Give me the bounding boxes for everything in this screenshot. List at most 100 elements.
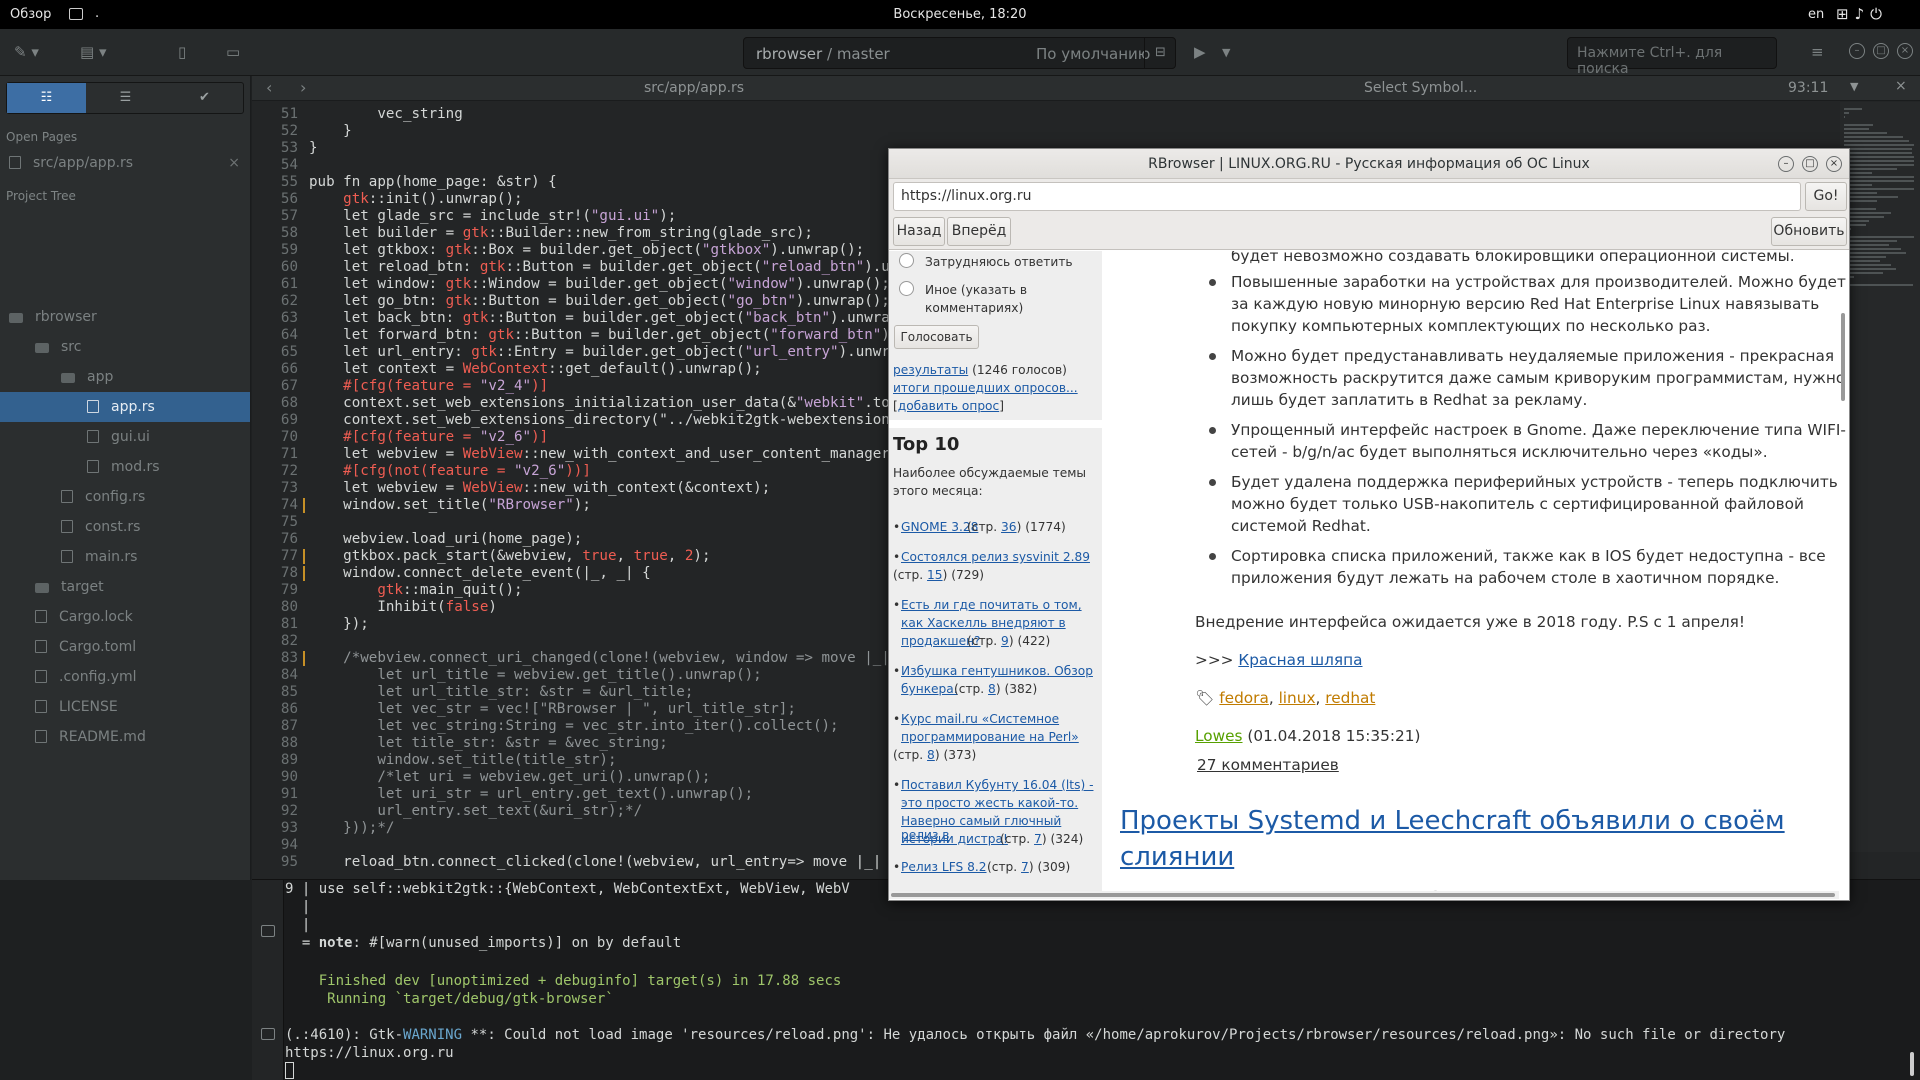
close-document-icon[interactable]: × <box>1895 78 1907 94</box>
minimap-line <box>1844 108 1862 110</box>
top10-topic-link[interactable]: истории дистра! <box>901 832 1008 846</box>
tab-symbols[interactable]: ☰ <box>86 83 165 113</box>
comments-link[interactable]: 27 комментариев <box>1197 754 1339 776</box>
terminal-output[interactable]: 9 | use self::webkit2gtk::{WebContext, W… <box>285 880 1915 1080</box>
tree-item[interactable]: src <box>0 332 250 362</box>
last-page-link[interactable]: 7 <box>1021 860 1029 874</box>
panel-toggle-icon[interactable]: ▭ <box>226 43 240 61</box>
tab-project-tree[interactable]: ☷ <box>7 83 86 113</box>
top10-topic-link[interactable]: это просто жесть какой-то. <box>901 796 1078 810</box>
top10-topic-link[interactable]: Состоялся релиз sysvinit 2.89 <box>901 550 1090 564</box>
next-article-title[interactable]: Проекты Systemd и Leechcraft объявили о … <box>1120 803 1785 839</box>
vote-button[interactable]: Голосовать <box>894 325 979 349</box>
tree-item[interactable]: app.rs <box>0 392 250 422</box>
tag-link[interactable]: fedora <box>1219 689 1269 707</box>
page-hscrollbar[interactable] <box>889 891 1839 899</box>
forward-arrow-icon[interactable]: › <box>300 78 306 97</box>
hamburger-menu-icon[interactable]: ≡ <box>1811 43 1824 61</box>
tree-item[interactable]: README.md <box>0 722 250 752</box>
tree-item[interactable]: rbrowser <box>0 302 250 332</box>
page-scrollbar[interactable] <box>1839 251 1847 899</box>
past-polls-link[interactable]: итоги прошедших опросов... <box>893 381 1078 395</box>
read-more-link[interactable]: Красная шляпа <box>1238 651 1362 669</box>
open-page-item[interactable]: src/app/app.rs × <box>0 148 250 178</box>
tab-todo[interactable]: ✔ <box>165 83 244 113</box>
close-page-icon[interactable]: × <box>228 148 240 178</box>
tag-link[interactable]: linux <box>1279 689 1316 707</box>
top10-topic-link[interactable]: Избушка гентушников. Обзор <box>901 664 1093 678</box>
poll-radio-2[interactable] <box>899 281 914 296</box>
tree-item[interactable]: main.rs <box>0 542 250 572</box>
top10-topic-link[interactable]: Курс mail.ru «Системное <box>901 712 1059 726</box>
system-menu[interactable]: ⊞♪⏻ <box>1836 5 1888 23</box>
go-button[interactable]: Go! <box>1805 182 1847 211</box>
top10-topic-link[interactable]: бункера. <box>901 682 958 696</box>
page-scrollbar-thumb[interactable] <box>1841 313 1845 401</box>
tree-item[interactable]: Cargo.toml <box>0 632 250 662</box>
top10-topic-link[interactable]: как Хаскелль внедряют в <box>901 616 1066 630</box>
tree-item[interactable]: .config.yml <box>0 662 250 692</box>
project-selector[interactable]: rbrowser / master По умолчанию ⊟ <box>743 37 1176 69</box>
top10-topic-link[interactable]: программирование на Perl» <box>901 730 1079 744</box>
document-menu-chevron-icon[interactable]: ▼ <box>1850 80 1858 93</box>
global-search-input[interactable]: Нажмите Ctrl+. для поиска <box>1567 37 1777 77</box>
last-page-link[interactable]: 9 <box>1001 634 1009 648</box>
close-icon[interactable]: × <box>1897 43 1913 59</box>
forward-button[interactable]: Вперёд <box>947 217 1011 246</box>
poll-option-2-cont: комментариях) <box>925 301 1024 315</box>
tag-link[interactable]: redhat <box>1325 689 1375 707</box>
tree-item[interactable]: app <box>0 362 250 392</box>
browser-minimize-icon[interactable]: – <box>1778 156 1794 172</box>
reload-button[interactable]: Обновить <box>1771 217 1847 246</box>
last-page-link[interactable]: 8 <box>927 748 935 762</box>
pencil-icon[interactable]: ✎ ▾ <box>14 43 39 61</box>
next-article-title-cont[interactable]: слиянии <box>1120 839 1234 875</box>
browser-maximize-icon[interactable]: □ <box>1802 156 1818 172</box>
minimap[interactable] <box>1840 102 1920 852</box>
article-bullet-line: покупку компьютерных комплектующих по не… <box>1231 317 1711 335</box>
tree-item[interactable]: LICENSE <box>0 692 250 722</box>
last-page-link[interactable]: 36 <box>1001 520 1017 534</box>
run-menu-chevron-icon[interactable]: ▼ <box>1222 46 1230 59</box>
author-link[interactable]: Lowes <box>1195 727 1243 745</box>
build-config[interactable]: По умолчанию <box>1036 45 1150 63</box>
tree-item[interactable]: mod.rs <box>0 452 250 482</box>
symbol-selector[interactable]: Select Symbol... <box>1364 80 1477 96</box>
tree-item[interactable]: Cargo.lock <box>0 602 250 632</box>
line-text: gtk::init().unwrap(); <box>343 191 523 207</box>
maximize-icon[interactable]: □ <box>1873 43 1889 59</box>
page-hscrollbar-thumb[interactable] <box>891 893 1835 897</box>
terminal-icon[interactable] <box>261 925 275 937</box>
clock[interactable]: Воскресенье, 18:20 <box>0 7 1920 22</box>
sidebar-toggle-icon[interactable]: ▯ <box>178 43 186 61</box>
tree-item[interactable]: target <box>0 572 250 602</box>
line-number: 55 <box>280 174 298 190</box>
poll-results-link[interactable]: результаты <box>893 363 968 377</box>
last-page-link[interactable]: 8 <box>988 682 996 696</box>
terminal-scrollbar[interactable] <box>1910 1052 1914 1076</box>
last-page-link[interactable]: 7 <box>1034 832 1042 846</box>
line-number: 52 <box>280 123 298 139</box>
tree-item[interactable]: gui.ui <box>0 422 250 452</box>
back-arrow-icon[interactable]: ‹ <box>266 78 272 97</box>
run-icon[interactable]: ▶ <box>1194 43 1206 61</box>
build-output-icon[interactable] <box>261 1028 275 1040</box>
minimize-icon[interactable]: – <box>1849 43 1865 59</box>
browser-close-icon[interactable]: × <box>1826 156 1842 172</box>
tree-item[interactable]: config.rs <box>0 482 250 512</box>
article-bullet-line: можно будет только USB-накопитель с серт… <box>1231 495 1804 513</box>
keyboard-layout[interactable]: en <box>1808 7 1824 22</box>
code-line[interactable]: 51 vec_string <box>252 106 1832 123</box>
back-button[interactable]: Назад <box>893 217 945 246</box>
url-entry[interactable]: https://linux.org.ru <box>893 182 1801 211</box>
add-poll-link[interactable]: добавить опрос <box>898 399 999 413</box>
poll-radio-1[interactable] <box>899 253 914 268</box>
save-icon[interactable]: ▤ ▾ <box>80 43 106 61</box>
code-line[interactable]: 52 } <box>252 123 1832 140</box>
tree-item[interactable]: const.rs <box>0 512 250 542</box>
last-page-link[interactable]: 15 <box>927 568 943 582</box>
build-config-icon[interactable]: ⊟ <box>1144 38 1176 68</box>
top10-topic-link[interactable]: Релиз LFS 8.2 <box>901 860 987 874</box>
top10-topic-link[interactable]: Поставил Кубунту 16.04 (lts) - <box>901 778 1093 792</box>
top10-topic-link[interactable]: Есть ли где почитать о том, <box>901 598 1082 612</box>
